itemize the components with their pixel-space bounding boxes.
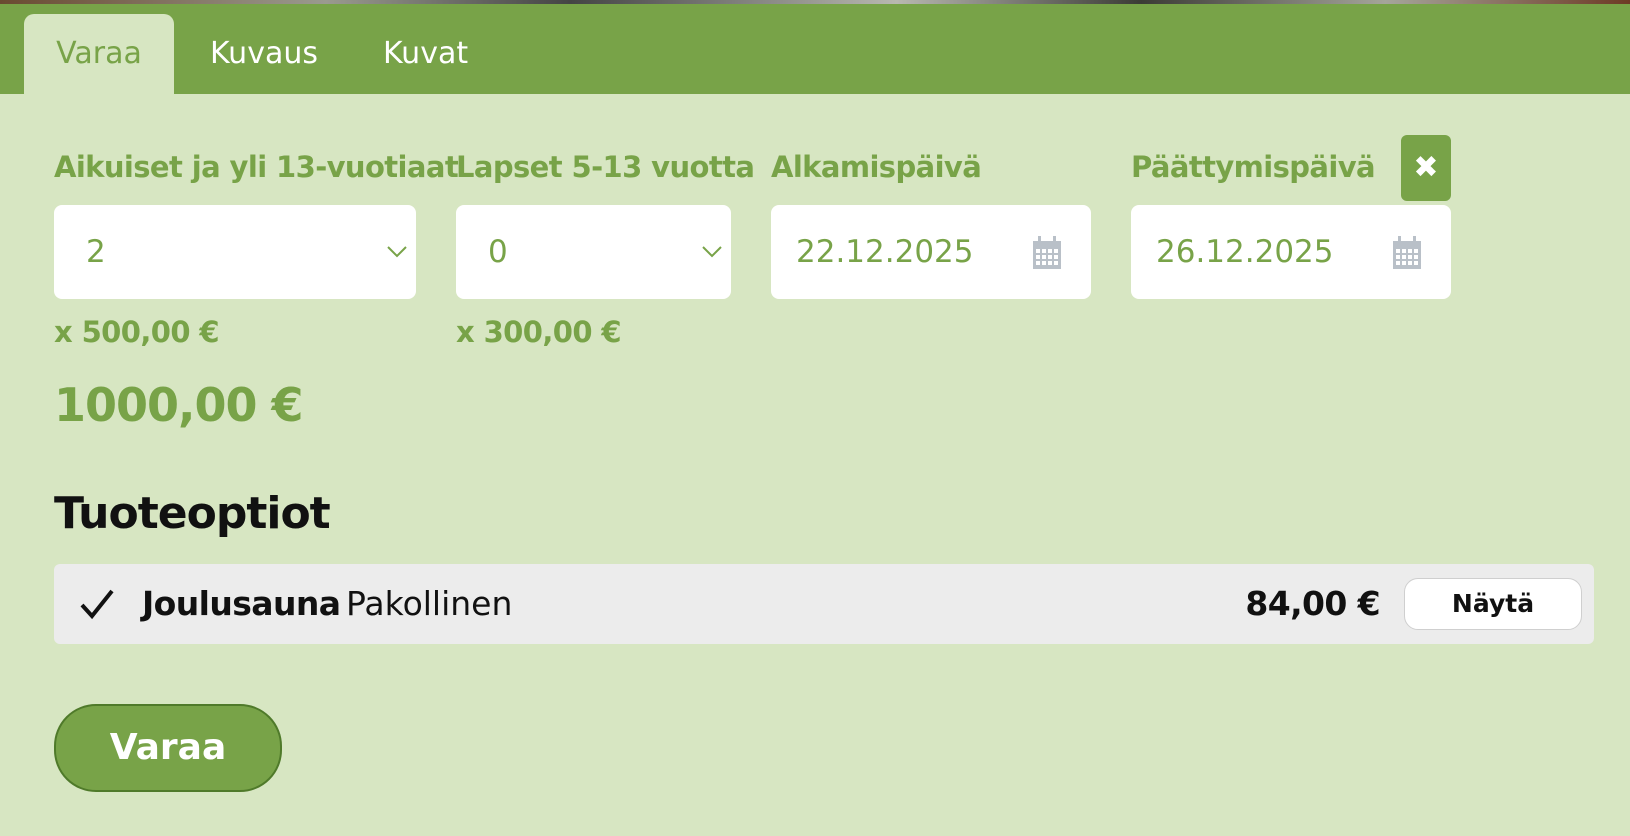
start-date-value: 22.12.2025	[796, 234, 974, 270]
tab-kuvaus[interactable]: Kuvaus	[210, 14, 318, 94]
clear-dates-button[interactable]: ✖	[1401, 135, 1451, 201]
adults-select[interactable]: 2	[54, 205, 416, 299]
total-price: 1000,00 €	[54, 378, 304, 432]
chevron-down-icon	[387, 246, 407, 258]
start-date-input[interactable]: 22.12.2025	[771, 205, 1091, 299]
option-row: Joulusauna Pakollinen 84,00 € Näytä	[54, 564, 1594, 644]
adults-value: 2	[86, 234, 106, 270]
options-title: Tuoteoptiot	[54, 488, 331, 539]
option-name: Joulusauna	[142, 584, 341, 623]
adults-label: Aikuiset ja yli 13-vuotiaat	[54, 150, 459, 184]
end-date-value: 26.12.2025	[1156, 234, 1334, 270]
end-date-input[interactable]: 26.12.2025	[1131, 205, 1451, 299]
calendar-icon	[1393, 236, 1421, 269]
children-unit-price: x 300,00 €	[456, 315, 622, 349]
option-requirement: Pakollinen	[346, 584, 513, 623]
end-date-label: Päättymispäivä	[1131, 150, 1376, 184]
show-option-button[interactable]: Näytä	[1404, 578, 1582, 630]
tab-bar: Varaa Kuvaus Kuvat	[0, 4, 1630, 94]
children-select[interactable]: 0	[456, 205, 731, 299]
adults-unit-price: x 500,00 €	[54, 315, 220, 349]
children-value: 0	[488, 234, 508, 270]
tab-kuvat[interactable]: Kuvat	[383, 14, 468, 94]
option-price: 84,00 €	[1245, 584, 1380, 623]
check-icon	[80, 589, 114, 620]
children-label: Lapset 5-13 vuotta	[456, 150, 755, 184]
tab-varaa[interactable]: Varaa	[24, 14, 174, 94]
calendar-icon	[1033, 236, 1061, 269]
book-button[interactable]: Varaa	[54, 704, 282, 792]
chevron-down-icon	[702, 246, 722, 258]
start-date-label: Alkamispäivä	[771, 150, 982, 184]
clear-icon: ✖	[1413, 150, 1439, 185]
